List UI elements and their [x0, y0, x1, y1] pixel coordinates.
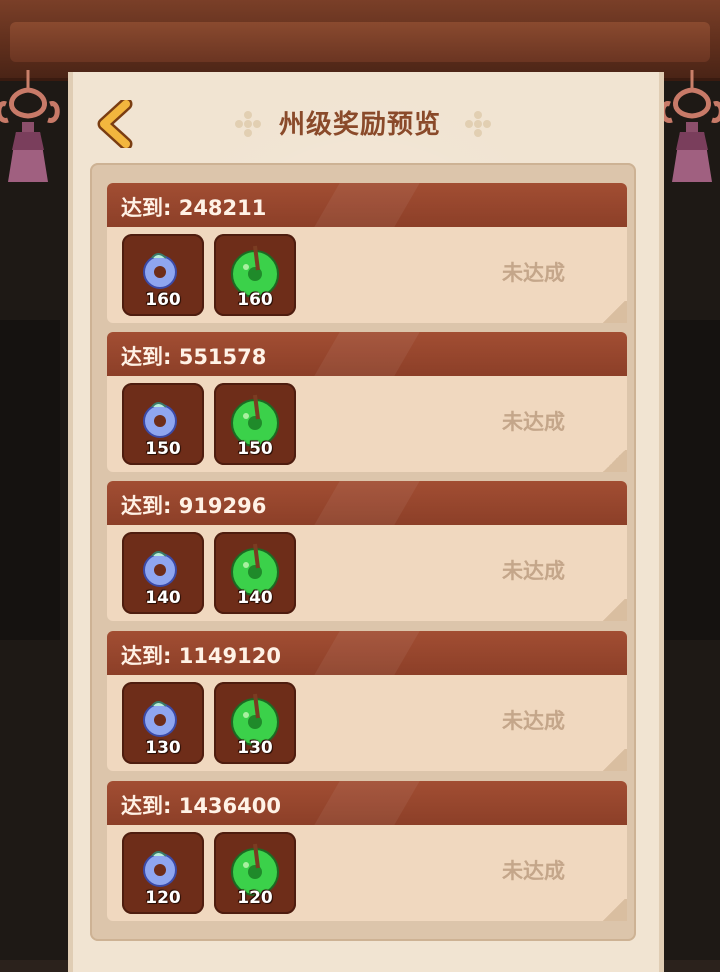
reward-card-body: 140 140 未达成: [107, 525, 627, 621]
reward-item[interactable]: 140: [214, 532, 296, 614]
item-count: 120: [145, 888, 181, 908]
reward-card-body: 130 130 未达成: [107, 675, 627, 771]
status-label: 未达成: [502, 709, 565, 733]
page-fold-corner: [601, 899, 627, 921]
background-shadow: [0, 320, 60, 640]
page-title: 州级奖励预览: [278, 110, 441, 140]
reward-card-body: 160 160 未达成: [107, 227, 627, 323]
reward-item[interactable]: 130: [214, 682, 296, 764]
reward-item[interactable]: 120: [122, 832, 204, 914]
reward-threshold: 达到: 919296: [121, 494, 267, 518]
status-label: 未达成: [502, 410, 565, 434]
reward-card-header: 达到: 1149120: [107, 631, 627, 675]
page-fold-corner: [601, 450, 627, 472]
item-count: 130: [145, 738, 181, 758]
item-count: 140: [145, 588, 181, 608]
reward-card: 达到: 1149120 130 130 未达成: [107, 631, 627, 771]
item-count: 150: [145, 439, 181, 459]
reward-card-header: 达到: 919296: [107, 481, 627, 525]
page-fold-corner: [601, 749, 627, 771]
reward-card-header: 达到: 1436400: [107, 781, 627, 825]
reward-card-header: 达到: 551578: [107, 332, 627, 376]
status-label: 未达成: [502, 261, 565, 285]
item-count: 150: [237, 439, 273, 459]
reward-threshold: 达到: 1149120: [121, 644, 281, 668]
scroll-top-rod: [0, 0, 720, 81]
reward-card-header: 达到: 248211: [107, 183, 627, 227]
reward-card: 达到: 248211 160 160 未达成: [107, 183, 627, 323]
reward-threshold: 达到: 248211: [121, 196, 267, 220]
reward-item[interactable]: 160: [122, 234, 204, 316]
reward-card: 达到: 551578 150 150 未达成: [107, 332, 627, 472]
reward-item[interactable]: 150: [214, 383, 296, 465]
page-fold-corner: [601, 301, 627, 323]
item-count: 160: [145, 290, 181, 310]
status-label: 未达成: [502, 559, 565, 583]
page-fold-corner: [601, 599, 627, 621]
item-count: 140: [237, 588, 273, 608]
reward-threshold: 达到: 1436400: [121, 794, 281, 818]
reward-card-body: 120 120 未达成: [107, 825, 627, 921]
item-count: 120: [237, 888, 273, 908]
scroll-rod-inner: [10, 22, 710, 62]
status-label: 未达成: [502, 859, 565, 883]
reward-item[interactable]: 140: [122, 532, 204, 614]
reward-item[interactable]: 120: [214, 832, 296, 914]
reward-item[interactable]: 160: [214, 234, 296, 316]
reward-threshold: 达到: 551578: [121, 345, 267, 369]
reward-card-body: 150 150 未达成: [107, 376, 627, 472]
reward-item[interactable]: 150: [122, 383, 204, 465]
reward-card: 达到: 1436400 120 120 未达成: [107, 781, 627, 921]
item-count: 160: [237, 290, 273, 310]
background-shadow: [660, 320, 720, 640]
reward-item[interactable]: 130: [122, 682, 204, 764]
item-count: 130: [237, 738, 273, 758]
reward-card: 达到: 919296 140 140 未达成: [107, 481, 627, 621]
